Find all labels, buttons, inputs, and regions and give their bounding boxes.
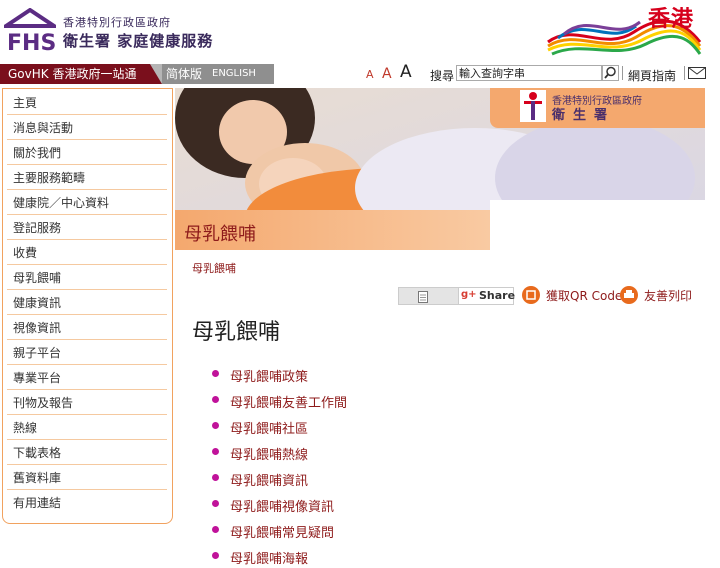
- bullet-icon: [212, 370, 219, 377]
- content-link-video[interactable]: 母乳餵哺視像資訊: [230, 496, 334, 515]
- banner-corner: [490, 200, 705, 250]
- bullet-icon: [212, 396, 219, 403]
- sidebar-item-publications[interactable]: 刊物及報告: [7, 391, 167, 415]
- sidebar-item-hotline[interactable]: 熱線: [7, 416, 167, 440]
- qr-code-link[interactable]: 獲取QR Code: [546, 287, 622, 304]
- sidebar-item-video[interactable]: 視像資訊: [7, 316, 167, 340]
- org-name-line2: 衛生署 家庭健康服務: [63, 32, 214, 50]
- sidebar-item-home[interactable]: 主頁: [7, 91, 167, 115]
- brand-hong-kong-text: 香港: [648, 7, 695, 32]
- dept-of-health-logo: [520, 90, 546, 122]
- content-link-info[interactable]: 母乳餵哺資訊: [230, 470, 308, 489]
- nav-divider: [684, 66, 685, 80]
- svg-text:FHS: FHS: [7, 31, 56, 52]
- nav-divider: [622, 66, 623, 80]
- bullet-icon: [212, 448, 219, 455]
- google-plus-share-label: Share: [479, 289, 516, 302]
- sidebar-item-health-info[interactable]: 健康資訊: [7, 291, 167, 315]
- sitemap-link[interactable]: 網頁指南: [628, 67, 676, 84]
- content-link-hotline[interactable]: 母乳餵哺熱線: [230, 444, 308, 463]
- govhk-tab-notch: [150, 64, 162, 84]
- font-size-medium-button[interactable]: A: [382, 66, 392, 82]
- print-icon[interactable]: [620, 286, 638, 304]
- banner-title: 母乳餵哺: [184, 224, 256, 245]
- lang-english-link[interactable]: ENGLISH: [212, 64, 256, 84]
- breadcrumb[interactable]: 母乳餵哺: [192, 260, 236, 276]
- content-link-posters[interactable]: 母乳餵哺海報: [230, 548, 308, 567]
- sidebar-item-services[interactable]: 主要服務範疇: [7, 166, 167, 190]
- bullet-icon: [212, 552, 219, 559]
- bullet-icon: [212, 526, 219, 533]
- sidebar-item-breastfeeding[interactable]: 母乳餵哺: [7, 266, 167, 290]
- sidebar-item-forms[interactable]: 下載表格: [7, 441, 167, 465]
- sidebar-item-parenting[interactable]: 親子平台: [7, 341, 167, 365]
- sidebar-item-professional[interactable]: 專業平台: [7, 366, 167, 390]
- sidebar-item-about[interactable]: 關於我們: [7, 141, 167, 165]
- sidebar-item-registration[interactable]: 登記服務: [7, 216, 167, 240]
- search-button[interactable]: [602, 65, 619, 81]
- dept-name-line2: 衛生署: [552, 108, 616, 123]
- content-link-policy[interactable]: 母乳餵哺政策: [230, 366, 308, 385]
- lang-simplified-link[interactable]: 简体版: [166, 64, 202, 84]
- bullet-icon: [212, 474, 219, 481]
- bullet-icon: [212, 500, 219, 507]
- sidebar-item-news[interactable]: 消息與活動: [7, 116, 167, 140]
- sidebar-item-archive[interactable]: 舊資料庫: [7, 466, 167, 490]
- search-label: 搜尋: [430, 69, 455, 83]
- printer-glyph: [624, 290, 634, 298]
- fhs-logo[interactable]: FHS: [4, 8, 56, 52]
- content-link-faq[interactable]: 母乳餵哺常見疑問: [230, 522, 334, 541]
- org-name-line1: 香港特別行政區政府: [63, 16, 171, 29]
- govhk-link[interactable]: GovHK 香港政府一站通: [0, 64, 162, 84]
- content-link-workplace[interactable]: 母乳餵哺友善工作間: [230, 392, 347, 411]
- print-friendly-link[interactable]: 友善列印: [644, 287, 692, 304]
- google-plus-icon: g+: [461, 289, 477, 300]
- search-icon: [604, 66, 616, 79]
- page-title: 母乳餵哺: [192, 320, 281, 345]
- qr-code-icon[interactable]: [522, 286, 540, 304]
- search-input[interactable]: [456, 65, 602, 81]
- mail-icon[interactable]: [688, 67, 706, 79]
- document-icon[interactable]: [418, 291, 428, 303]
- sidebar-menu: 主頁 消息與活動 關於我們 主要服務範疇 健康院／中心資料 登記服務 收費 母乳…: [2, 88, 173, 524]
- sidebar-item-centres[interactable]: 健康院／中心資料: [7, 191, 167, 215]
- font-size-small-button[interactable]: A: [366, 68, 374, 81]
- qr-glyph: [526, 290, 536, 300]
- sidebar-item-links[interactable]: 有用連結: [7, 491, 167, 515]
- font-size-large-button[interactable]: A: [400, 62, 412, 82]
- content-link-community[interactable]: 母乳餵哺社區: [230, 418, 308, 437]
- sidebar-item-fees[interactable]: 收費: [7, 241, 167, 265]
- bullet-icon: [212, 422, 219, 429]
